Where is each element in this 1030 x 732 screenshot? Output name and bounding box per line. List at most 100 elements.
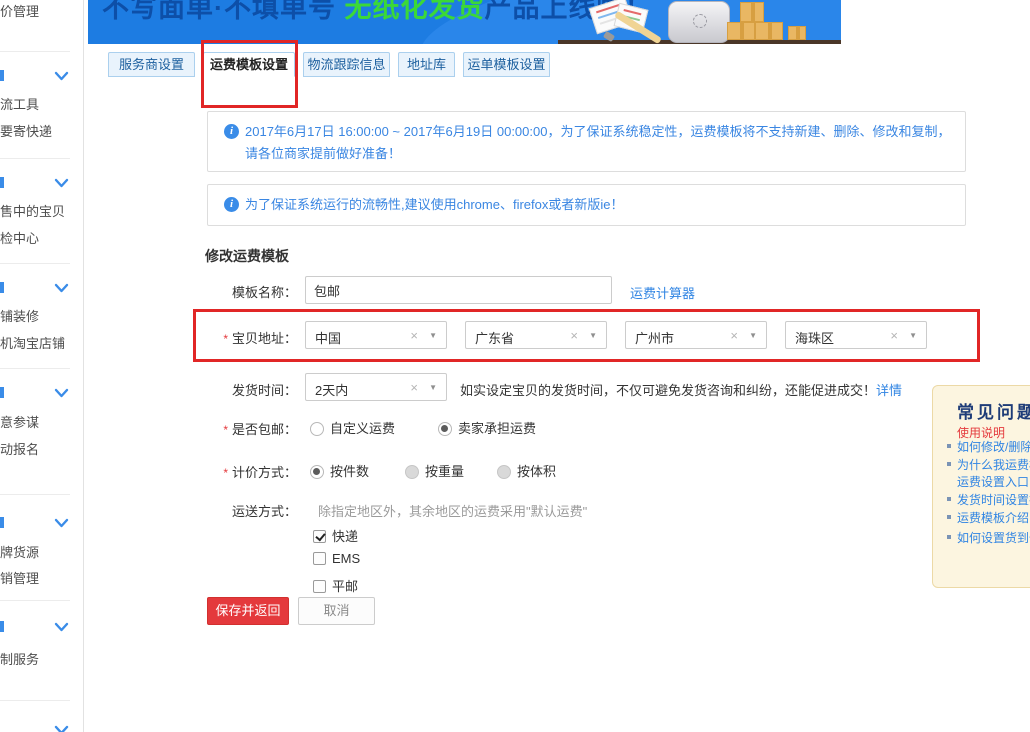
bullet-icon (947, 515, 951, 519)
faq-link-cod-setting[interactable]: 如何设置货到付 (957, 529, 1030, 546)
radio-by-volume[interactable]: 按体积 (497, 461, 556, 480)
address-select-province[interactable]: 广东省 × ▼ (465, 321, 607, 349)
divider (0, 368, 70, 369)
sidebar-section-fragment (0, 621, 4, 632)
checkbox-icon[interactable] (313, 580, 326, 593)
dropdown-arrow-icon[interactable]: ▼ (429, 331, 437, 340)
sidebar-item-business-advisor[interactable]: 意参谋 (0, 412, 39, 431)
tab-waybill-template-settings[interactable]: 运单模板设置 (463, 52, 550, 77)
banner-headline: 不写面单·不填单号 无纸化发货产品上线啦！ (102, 0, 653, 25)
clear-x-icon[interactable]: × (410, 380, 418, 395)
info-icon: i (224, 197, 239, 212)
divider (0, 494, 70, 495)
address-select-district[interactable]: 海珠区 ×▼ (785, 321, 927, 349)
tab-address-library[interactable]: 地址库 (398, 52, 455, 77)
dropdown-arrow-icon[interactable]: ▼ (749, 331, 757, 340)
bullet-icon (947, 444, 951, 448)
select-value: 2天内 (315, 380, 348, 399)
faq-link-freight-entry[interactable]: 运费设置入口 (957, 473, 1029, 490)
promo-banner[interactable]: 不写面单·不填单号 无纸化发货产品上线啦！ (88, 0, 841, 44)
divider (0, 51, 70, 52)
faq-link-delivery-time-setting[interactable]: 发货时间设置排 (957, 491, 1030, 508)
free-shipping-label: *是否包邮： (185, 419, 297, 438)
address-select-city[interactable]: 广州市 × ▼ (625, 321, 767, 349)
delivery-time-select[interactable]: 2天内 × ▼ (305, 373, 447, 401)
detail-link[interactable]: 详情 (876, 383, 902, 398)
sidebar-item-custom-service[interactable]: 制服务 (0, 649, 39, 668)
faq-link-modify-delete[interactable]: 如何修改/删除 (957, 438, 1030, 455)
chevron-down-icon[interactable] (54, 722, 69, 732)
sidebar-item-shop-decoration[interactable]: 铺装修 (0, 306, 39, 325)
dropdown-arrow-icon[interactable]: ▼ (909, 331, 917, 340)
page: 价管理 流工具 要寄快递 售中的宝贝 检中心 铺装修 机淘宝店铺 意参谋 动报名… (0, 0, 1030, 732)
chevron-down-icon[interactable] (54, 619, 69, 637)
checkbox-express[interactable]: 快递 (313, 526, 358, 545)
page-title: 修改运费模板 (205, 246, 289, 266)
sidebar-item-activity-signup[interactable]: 动报名 (0, 439, 39, 458)
tab-freight-template-settings[interactable]: 运费模板设置 (203, 52, 295, 77)
divider (0, 158, 70, 159)
chevron-down-icon[interactable] (54, 385, 69, 403)
delivery-time-hint: 如实设定宝贝的发货时间，不仅可避免发货咨询和纠纷，还能促进成交！详情 (460, 380, 902, 399)
sidebar-item-distribution-mgmt[interactable]: 销管理 (0, 568, 39, 587)
chevron-down-icon[interactable] (54, 175, 69, 193)
tab-logistics-tracking-info[interactable]: 物流跟踪信息 (303, 52, 390, 77)
radio-custom-freight[interactable]: 自定义运费 (310, 418, 395, 437)
checkbox-icon[interactable] (313, 552, 326, 565)
bullet-icon (947, 535, 951, 539)
printer-icon (668, 1, 730, 43)
notice-text: 2017年6月17日 16:00:00 ~ 2017年6月19日 00:00:0… (245, 121, 951, 165)
sidebar-item-items-on-sale[interactable]: 售中的宝贝 (0, 201, 65, 220)
radio-icon[interactable] (310, 422, 324, 436)
sidebar-section-fragment (0, 282, 4, 293)
chevron-down-icon[interactable] (54, 68, 69, 86)
chevron-down-icon[interactable] (54, 280, 69, 298)
save-and-return-button[interactable]: 保存并返回 (207, 597, 289, 625)
sidebar-item-logistics-tools[interactable]: 流工具 (0, 94, 39, 113)
radio-seller-pays-freight[interactable]: 卖家承担运费 (438, 418, 536, 437)
sidebar: 价管理 流工具 要寄快递 售中的宝贝 检中心 铺装修 机淘宝店铺 意参谋 动报名… (0, 0, 84, 732)
tab-service-provider-settings[interactable]: 服务商设置 (108, 52, 195, 77)
checkbox-ems[interactable]: EMS (313, 551, 360, 566)
clear-x-icon[interactable]: × (410, 328, 418, 343)
template-name-input[interactable] (305, 276, 612, 304)
dropdown-arrow-icon[interactable]: ▼ (589, 331, 597, 340)
dropdown-arrow-icon[interactable]: ▼ (429, 383, 437, 392)
radio-selected-icon[interactable] (438, 422, 452, 436)
radio-by-weight[interactable]: 按重量 (405, 461, 464, 480)
package-boxes-icon (755, 22, 783, 40)
info-icon: i (224, 124, 239, 139)
sidebar-item-send-express[interactable]: 要寄快递 (0, 121, 52, 140)
radio-selected-icon[interactable] (310, 465, 324, 479)
select-value: 中国 (315, 328, 341, 347)
cancel-button[interactable]: 取消 (298, 597, 375, 625)
select-value: 广州市 (635, 328, 674, 347)
sidebar-item-rating-mgmt[interactable]: 价管理 (0, 1, 39, 20)
faq-link-why-template[interactable]: 为什么我运费模 (957, 456, 1030, 473)
faq-link-template-intro[interactable]: 运费模板介绍 (957, 509, 1029, 526)
sidebar-item-brand-supply[interactable]: 牌货源 (0, 542, 39, 561)
checkbox-checked-icon[interactable] (313, 530, 326, 543)
clear-x-icon[interactable]: × (730, 328, 738, 343)
chevron-down-icon[interactable] (54, 515, 69, 533)
radio-by-piece[interactable]: 按件数 (310, 461, 369, 480)
notice-banner: i 2017年6月17日 16:00:00 ~ 2017年6月19日 00:00… (207, 111, 966, 172)
radio-label: 按重量 (425, 464, 464, 479)
radio-icon[interactable] (405, 465, 419, 479)
package-boxes-icon (727, 22, 755, 40)
clear-x-icon[interactable]: × (890, 328, 898, 343)
checkbox-surface-mail[interactable]: 平邮 (313, 576, 358, 595)
package-boxes-icon (740, 2, 764, 22)
select-value: 广东省 (475, 328, 514, 347)
clear-x-icon[interactable]: × (570, 328, 578, 343)
sidebar-item-check-center[interactable]: 检中心 (0, 228, 39, 247)
freight-calculator-link[interactable]: 运费计算器 (630, 283, 695, 302)
radio-label: 按体积 (517, 464, 556, 479)
headline-highlight: 无纸化发货 (345, 0, 485, 23)
address-select-country[interactable]: 中国 × ▼ (305, 321, 447, 349)
sidebar-section-fragment (0, 387, 4, 398)
radio-icon[interactable] (497, 465, 511, 479)
sidebar-item-mobile-taobao-shop[interactable]: 机淘宝店铺 (0, 333, 65, 352)
radio-label: 自定义运费 (330, 421, 395, 436)
required-asterisk: * (223, 423, 228, 437)
